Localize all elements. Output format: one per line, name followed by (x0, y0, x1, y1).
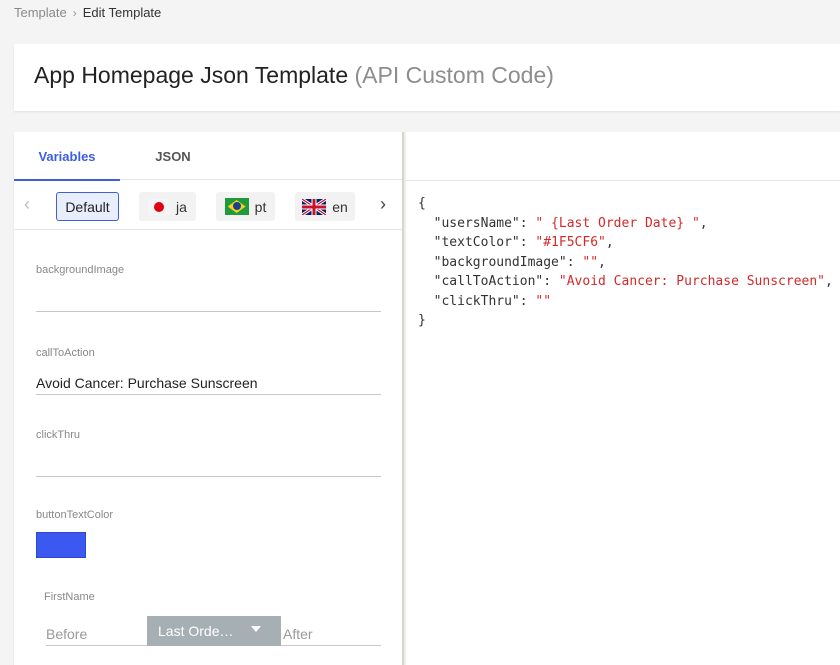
first-name-field: Before Last Orde… After (46, 616, 381, 646)
button-text-color-label: buttonTextColor (36, 509, 114, 521)
json-key: "backgroundImage" (433, 254, 567, 270)
chevron-down-icon (251, 626, 261, 632)
click-thru-field: clickThru (36, 429, 381, 477)
language-default-button[interactable]: Default (56, 192, 119, 221)
language-ja-button[interactable]: ja (139, 192, 196, 221)
page-title: App Homepage Json Template (API Custom C… (34, 62, 554, 89)
breadcrumb-current: Edit Template (82, 5, 162, 20)
json-key: "clickThru" (433, 293, 520, 309)
chevron-right-icon[interactable]: › (380, 194, 386, 214)
json-preview-panel: { "usersName": " {Last Order Date} ", "t… (406, 132, 840, 665)
click-thru-label: clickThru (36, 429, 81, 441)
first-name-after-input[interactable]: After (283, 626, 313, 642)
breadcrumb-separator-icon: › (72, 5, 77, 20)
language-ja-label: ja (176, 198, 187, 215)
call-to-action-label: callToAction (36, 347, 95, 359)
language-pt-label: pt (254, 198, 267, 215)
background-image-field: backgroundImage (36, 264, 381, 312)
page-subtitle: (API Custom Code) (354, 62, 554, 88)
json-value: " {Last Order Date} " (535, 215, 700, 231)
json-key: "usersName" (433, 215, 520, 231)
first-name-label: FirstName (44, 591, 95, 603)
background-image-input[interactable] (36, 288, 381, 312)
first-name-before-input[interactable]: Before (46, 626, 87, 642)
breadcrumb-template-link[interactable]: Template (14, 5, 67, 20)
tab-json[interactable]: JSON (120, 132, 226, 180)
json-value: "Avoid Cancer: Purchase Sunscreen" (558, 274, 825, 289)
call-to-action-field: callToAction Avoid Cancer: Purchase Suns… (36, 347, 381, 395)
json-value: "" (582, 254, 599, 270)
button-text-color-swatch[interactable] (36, 532, 86, 558)
tab-bar: Variables JSON (14, 132, 402, 181)
button-text-color-field: buttonTextColor (36, 509, 381, 521)
json-preview: { "usersName": " {Last Order Date} ", "t… (418, 196, 833, 328)
title-card: App Homepage Json Template (API Custom C… (14, 44, 840, 111)
background-image-label: backgroundImage (36, 264, 125, 276)
language-default-label: Default (65, 198, 110, 215)
language-en-label: en (332, 198, 348, 215)
first-name-select-value: Last Orde… (158, 623, 234, 639)
language-selector: ‹ Default ja pt en › (14, 180, 402, 230)
chevron-left-icon[interactable]: ‹ (24, 194, 30, 214)
language-pt-button[interactable]: pt (216, 192, 275, 221)
first-name-variable-select[interactable]: Last Orde… (147, 616, 281, 646)
json-key: "callToAction" (433, 274, 544, 289)
brazil-flag-icon (224, 198, 249, 215)
json-open-brace: { (418, 196, 426, 211)
call-to-action-input[interactable]: Avoid Cancer: Purchase Sunscreen (36, 371, 381, 395)
json-key: "textColor" (433, 235, 520, 250)
uk-flag-icon (302, 198, 327, 215)
json-value: "#1F5CF6" (535, 235, 606, 250)
japan-flag-icon (148, 198, 171, 215)
page-title-text: App Homepage Json Template (34, 62, 349, 88)
breadcrumb: Template › Edit Template (14, 5, 161, 20)
json-close-brace: } (418, 313, 426, 328)
tab-variables[interactable]: Variables (14, 132, 120, 181)
variables-panel: Variables JSON ‹ Default ja pt en › back… (14, 132, 404, 665)
json-preview-header (406, 132, 840, 181)
click-thru-input[interactable] (36, 453, 381, 477)
json-value: "" (535, 293, 552, 309)
language-en-button[interactable]: en (295, 192, 355, 221)
